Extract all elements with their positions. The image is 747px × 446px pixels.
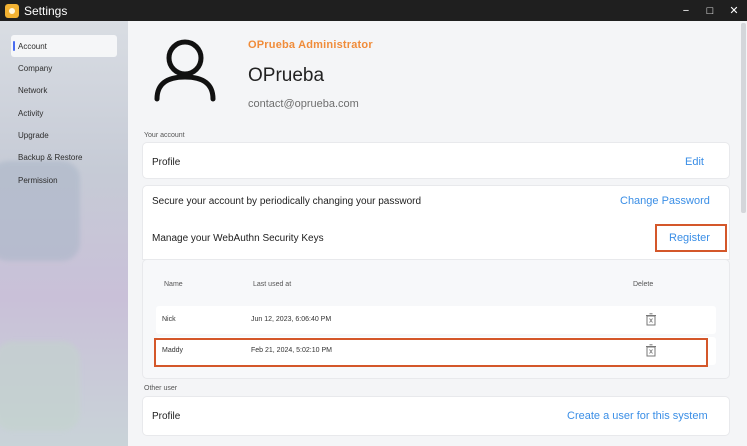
key-last-used: Jun 12, 2023, 6:06:40 PM bbox=[251, 316, 332, 323]
sidebar-item-backup-restore[interactable]: Backup & Restore bbox=[11, 146, 117, 168]
sidebar-item-account[interactable]: Account bbox=[11, 35, 117, 57]
sidebar-item-label: Activity bbox=[18, 108, 44, 118]
sidebar-item-label: Network bbox=[18, 85, 48, 95]
minimize-icon[interactable]: − bbox=[681, 5, 691, 17]
webauthn-text: Manage your WebAuthn Security Keys bbox=[152, 233, 324, 244]
profile-label: Profile bbox=[152, 157, 181, 168]
sidebar: Account Company Network Activity Upgrade… bbox=[0, 21, 128, 446]
change-password-link[interactable]: Change Password bbox=[620, 195, 710, 207]
sidebar-item-label: Upgrade bbox=[18, 130, 49, 140]
register-highlight bbox=[655, 224, 727, 252]
sidebar-item-permission[interactable]: Permission bbox=[11, 169, 117, 191]
column-header-last-used: Last used at bbox=[253, 281, 292, 288]
other-profile-label: Profile bbox=[152, 411, 181, 422]
sidebar-item-label: Account bbox=[18, 41, 47, 51]
password-text: Secure your account by periodically chan… bbox=[152, 196, 422, 207]
sidebar-item-label: Company bbox=[18, 63, 53, 73]
sidebar-item-company[interactable]: Company bbox=[11, 57, 117, 79]
user-name: OPrueba bbox=[248, 65, 325, 86]
main-panel: OPrueba Administrator OPrueba contact@op… bbox=[128, 21, 747, 446]
table-row: Nick Jun 12, 2023, 6:06:40 PM bbox=[156, 306, 716, 334]
sidebar-item-activity[interactable]: Activity bbox=[11, 102, 117, 124]
profile-card: Profile Edit bbox=[142, 142, 730, 179]
maximize-icon[interactable]: □ bbox=[705, 5, 715, 17]
user-avatar-icon bbox=[154, 39, 216, 102]
background-blur-decoration bbox=[0, 341, 80, 431]
scrollbar[interactable] bbox=[741, 23, 746, 213]
maddy-row-highlight bbox=[154, 338, 708, 367]
column-header-delete: Delete bbox=[633, 281, 654, 288]
section-label-your-account: Your account bbox=[144, 132, 185, 139]
create-user-link[interactable]: Create a user for this system bbox=[567, 410, 708, 422]
other-profile-card: Profile Create a user for this system bbox=[142, 396, 730, 436]
column-header-name: Name bbox=[164, 281, 183, 288]
close-icon[interactable]: ✕ bbox=[729, 4, 739, 17]
edit-profile-link[interactable]: Edit bbox=[685, 156, 704, 168]
trash-icon[interactable] bbox=[645, 313, 657, 326]
sidebar-item-network[interactable]: Network bbox=[11, 79, 117, 101]
window-title: Settings bbox=[24, 3, 68, 18]
sidebar-item-label: Permission bbox=[18, 175, 58, 185]
window-controls: − □ ✕ bbox=[681, 0, 739, 21]
user-role: OPrueba Administrator bbox=[248, 39, 373, 51]
app-icon bbox=[5, 3, 19, 18]
security-card: Secure your account by periodically chan… bbox=[142, 185, 730, 260]
user-email: contact@oprueba.com bbox=[248, 98, 359, 110]
title-bar: Settings − □ ✕ bbox=[0, 0, 747, 21]
section-label-other-user: Other user bbox=[144, 385, 178, 392]
sidebar-item-upgrade[interactable]: Upgrade bbox=[11, 124, 117, 146]
sidebar-item-label: Backup & Restore bbox=[18, 152, 83, 162]
key-name: Nick bbox=[162, 316, 176, 323]
